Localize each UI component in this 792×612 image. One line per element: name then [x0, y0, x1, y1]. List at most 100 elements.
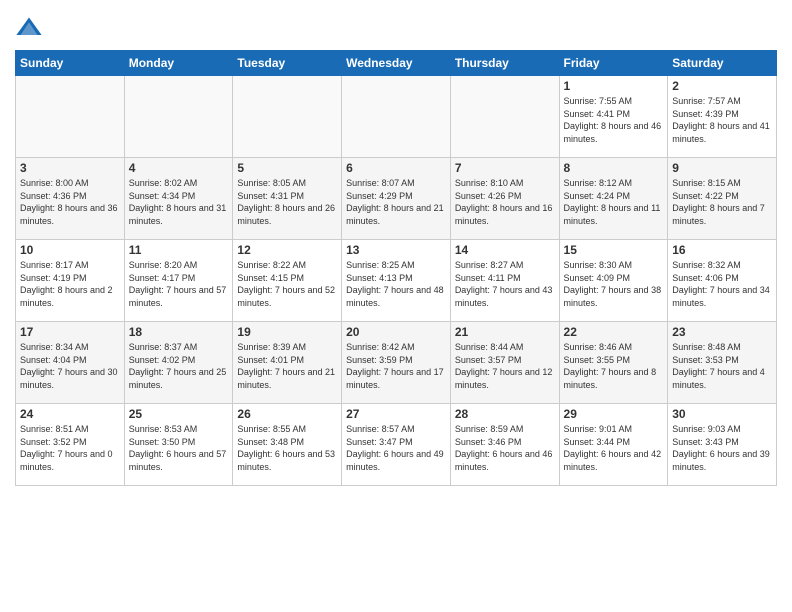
calendar-cell: 25 Sunrise: 8:53 AM Sunset: 3:50 PM Dayli… [124, 404, 233, 486]
calendar-cell: 22 Sunrise: 8:46 AM Sunset: 3:55 PM Dayli… [559, 322, 668, 404]
calendar-cell: 12 Sunrise: 8:22 AM Sunset: 4:15 PM Dayli… [233, 240, 342, 322]
day-number: 29 [564, 407, 664, 421]
calendar-cell: 2 Sunrise: 7:57 AM Sunset: 4:39 PM Daylig… [668, 76, 777, 158]
calendar-cell: 3Sunrise: 8:00 AM Sunset: 4:36 PM Daylig… [16, 158, 125, 240]
day-info: Sunrise: 7:55 AM Sunset: 4:41 PM Dayligh… [564, 95, 664, 145]
day-info: Sunrise: 8:51 AM Sunset: 3:52 PM Dayligh… [20, 423, 120, 473]
calendar-cell: 27 Sunrise: 8:57 AM Sunset: 3:47 PM Dayli… [342, 404, 451, 486]
calendar-cell: 11Sunrise: 8:20 AM Sunset: 4:17 PM Dayli… [124, 240, 233, 322]
calendar-cell [450, 76, 559, 158]
day-number: 8 [564, 161, 664, 175]
weekday-header: Friday [559, 51, 668, 76]
calendar-cell: 4 Sunrise: 8:02 AM Sunset: 4:34 PM Daylig… [124, 158, 233, 240]
calendar-cell: 29 Sunrise: 9:01 AM Sunset: 3:44 PM Dayli… [559, 404, 668, 486]
day-info: Sunrise: 8:44 AM Sunset: 3:57 PM Dayligh… [455, 341, 555, 391]
calendar-cell [124, 76, 233, 158]
calendar-row: 17 Sunrise: 8:34 AM Sunset: 4:04 PM Dayli… [16, 322, 777, 404]
day-info: Sunrise: 9:01 AM Sunset: 3:44 PM Dayligh… [564, 423, 664, 473]
calendar-cell: 24 Sunrise: 8:51 AM Sunset: 3:52 PM Dayli… [16, 404, 125, 486]
day-number: 5 [237, 161, 337, 175]
weekday-header: Wednesday [342, 51, 451, 76]
calendar-header: SundayMondayTuesdayWednesdayThursdayFrid… [16, 51, 777, 76]
calendar-cell: 26Sunrise: 8:55 AM Sunset: 3:48 PM Dayli… [233, 404, 342, 486]
day-info: Sunrise: 8:25 AM Sunset: 4:13 PM Dayligh… [346, 259, 446, 309]
calendar-row: 1 Sunrise: 7:55 AM Sunset: 4:41 PM Daylig… [16, 76, 777, 158]
page-header [15, 10, 777, 42]
day-number: 25 [129, 407, 229, 421]
day-number: 23 [672, 325, 772, 339]
day-info: Sunrise: 8:27 AM Sunset: 4:11 PM Dayligh… [455, 259, 555, 309]
day-number: 2 [672, 79, 772, 93]
logo [15, 14, 45, 42]
day-info: Sunrise: 8:22 AM Sunset: 4:15 PM Dayligh… [237, 259, 337, 309]
logo-icon [15, 14, 43, 42]
day-number: 12 [237, 243, 337, 257]
day-info: Sunrise: 8:30 AM Sunset: 4:09 PM Dayligh… [564, 259, 664, 309]
day-number: 20 [346, 325, 446, 339]
day-info: Sunrise: 8:32 AM Sunset: 4:06 PM Dayligh… [672, 259, 772, 309]
calendar-cell: 9 Sunrise: 8:15 AM Sunset: 4:22 PM Daylig… [668, 158, 777, 240]
day-info: Sunrise: 8:46 AM Sunset: 3:55 PM Dayligh… [564, 341, 664, 391]
day-number: 27 [346, 407, 446, 421]
day-number: 18 [129, 325, 229, 339]
calendar-cell: 18 Sunrise: 8:37 AM Sunset: 4:02 PM Dayli… [124, 322, 233, 404]
day-info: Sunrise: 8:10 AM Sunset: 4:26 PM Dayligh… [455, 177, 555, 227]
weekday-header: Saturday [668, 51, 777, 76]
calendar-cell: 16 Sunrise: 8:32 AM Sunset: 4:06 PM Dayli… [668, 240, 777, 322]
day-number: 9 [672, 161, 772, 175]
day-number: 4 [129, 161, 229, 175]
weekday-header: Tuesday [233, 51, 342, 76]
calendar-cell: 7 Sunrise: 8:10 AM Sunset: 4:26 PM Daylig… [450, 158, 559, 240]
day-number: 10 [20, 243, 120, 257]
calendar-row: 24 Sunrise: 8:51 AM Sunset: 3:52 PM Dayli… [16, 404, 777, 486]
calendar-cell: 23Sunrise: 8:48 AM Sunset: 3:53 PM Dayli… [668, 322, 777, 404]
day-info: Sunrise: 8:59 AM Sunset: 3:46 PM Dayligh… [455, 423, 555, 473]
day-number: 7 [455, 161, 555, 175]
day-number: 11 [129, 243, 229, 257]
day-info: Sunrise: 8:07 AM Sunset: 4:29 PM Dayligh… [346, 177, 446, 227]
day-number: 16 [672, 243, 772, 257]
day-info: Sunrise: 8:34 AM Sunset: 4:04 PM Dayligh… [20, 341, 120, 391]
day-number: 15 [564, 243, 664, 257]
day-info: Sunrise: 8:57 AM Sunset: 3:47 PM Dayligh… [346, 423, 446, 473]
weekday-header: Sunday [16, 51, 125, 76]
day-info: Sunrise: 8:55 AM Sunset: 3:48 PM Dayligh… [237, 423, 337, 473]
day-number: 1 [564, 79, 664, 93]
day-number: 28 [455, 407, 555, 421]
day-number: 13 [346, 243, 446, 257]
header-row: SundayMondayTuesdayWednesdayThursdayFrid… [16, 51, 777, 76]
calendar-cell: 6 Sunrise: 8:07 AM Sunset: 4:29 PM Daylig… [342, 158, 451, 240]
day-info: Sunrise: 8:02 AM Sunset: 4:34 PM Dayligh… [129, 177, 229, 227]
day-number: 6 [346, 161, 446, 175]
calendar-cell: 28 Sunrise: 8:59 AM Sunset: 3:46 PM Dayli… [450, 404, 559, 486]
day-info: Sunrise: 8:53 AM Sunset: 3:50 PM Dayligh… [129, 423, 229, 473]
calendar-cell: 20Sunrise: 8:42 AM Sunset: 3:59 PM Dayli… [342, 322, 451, 404]
calendar-cell: 14Sunrise: 8:27 AM Sunset: 4:11 PM Dayli… [450, 240, 559, 322]
calendar-cell [342, 76, 451, 158]
day-info: Sunrise: 8:05 AM Sunset: 4:31 PM Dayligh… [237, 177, 337, 227]
calendar-cell [16, 76, 125, 158]
calendar-cell: 30Sunrise: 9:03 AM Sunset: 3:43 PM Dayli… [668, 404, 777, 486]
calendar-cell: 5 Sunrise: 8:05 AM Sunset: 4:31 PM Daylig… [233, 158, 342, 240]
day-info: Sunrise: 8:17 AM Sunset: 4:19 PM Dayligh… [20, 259, 120, 309]
calendar-row: 3Sunrise: 8:00 AM Sunset: 4:36 PM Daylig… [16, 158, 777, 240]
calendar-cell: 21 Sunrise: 8:44 AM Sunset: 3:57 PM Dayli… [450, 322, 559, 404]
day-number: 22 [564, 325, 664, 339]
day-info: Sunrise: 8:37 AM Sunset: 4:02 PM Dayligh… [129, 341, 229, 391]
day-number: 24 [20, 407, 120, 421]
calendar-cell: 8 Sunrise: 8:12 AM Sunset: 4:24 PM Daylig… [559, 158, 668, 240]
calendar-cell: 15 Sunrise: 8:30 AM Sunset: 4:09 PM Dayli… [559, 240, 668, 322]
calendar-table: SundayMondayTuesdayWednesdayThursdayFrid… [15, 50, 777, 486]
day-number: 30 [672, 407, 772, 421]
weekday-header: Monday [124, 51, 233, 76]
calendar-cell [233, 76, 342, 158]
day-number: 17 [20, 325, 120, 339]
calendar-cell: 10 Sunrise: 8:17 AM Sunset: 4:19 PM Dayli… [16, 240, 125, 322]
day-number: 21 [455, 325, 555, 339]
day-info: Sunrise: 8:12 AM Sunset: 4:24 PM Dayligh… [564, 177, 664, 227]
calendar-cell: 1 Sunrise: 7:55 AM Sunset: 4:41 PM Daylig… [559, 76, 668, 158]
day-info: Sunrise: 8:15 AM Sunset: 4:22 PM Dayligh… [672, 177, 772, 227]
calendar-cell: 17 Sunrise: 8:34 AM Sunset: 4:04 PM Dayli… [16, 322, 125, 404]
calendar-cell: 13 Sunrise: 8:25 AM Sunset: 4:13 PM Dayli… [342, 240, 451, 322]
day-info: Sunrise: 7:57 AM Sunset: 4:39 PM Dayligh… [672, 95, 772, 145]
